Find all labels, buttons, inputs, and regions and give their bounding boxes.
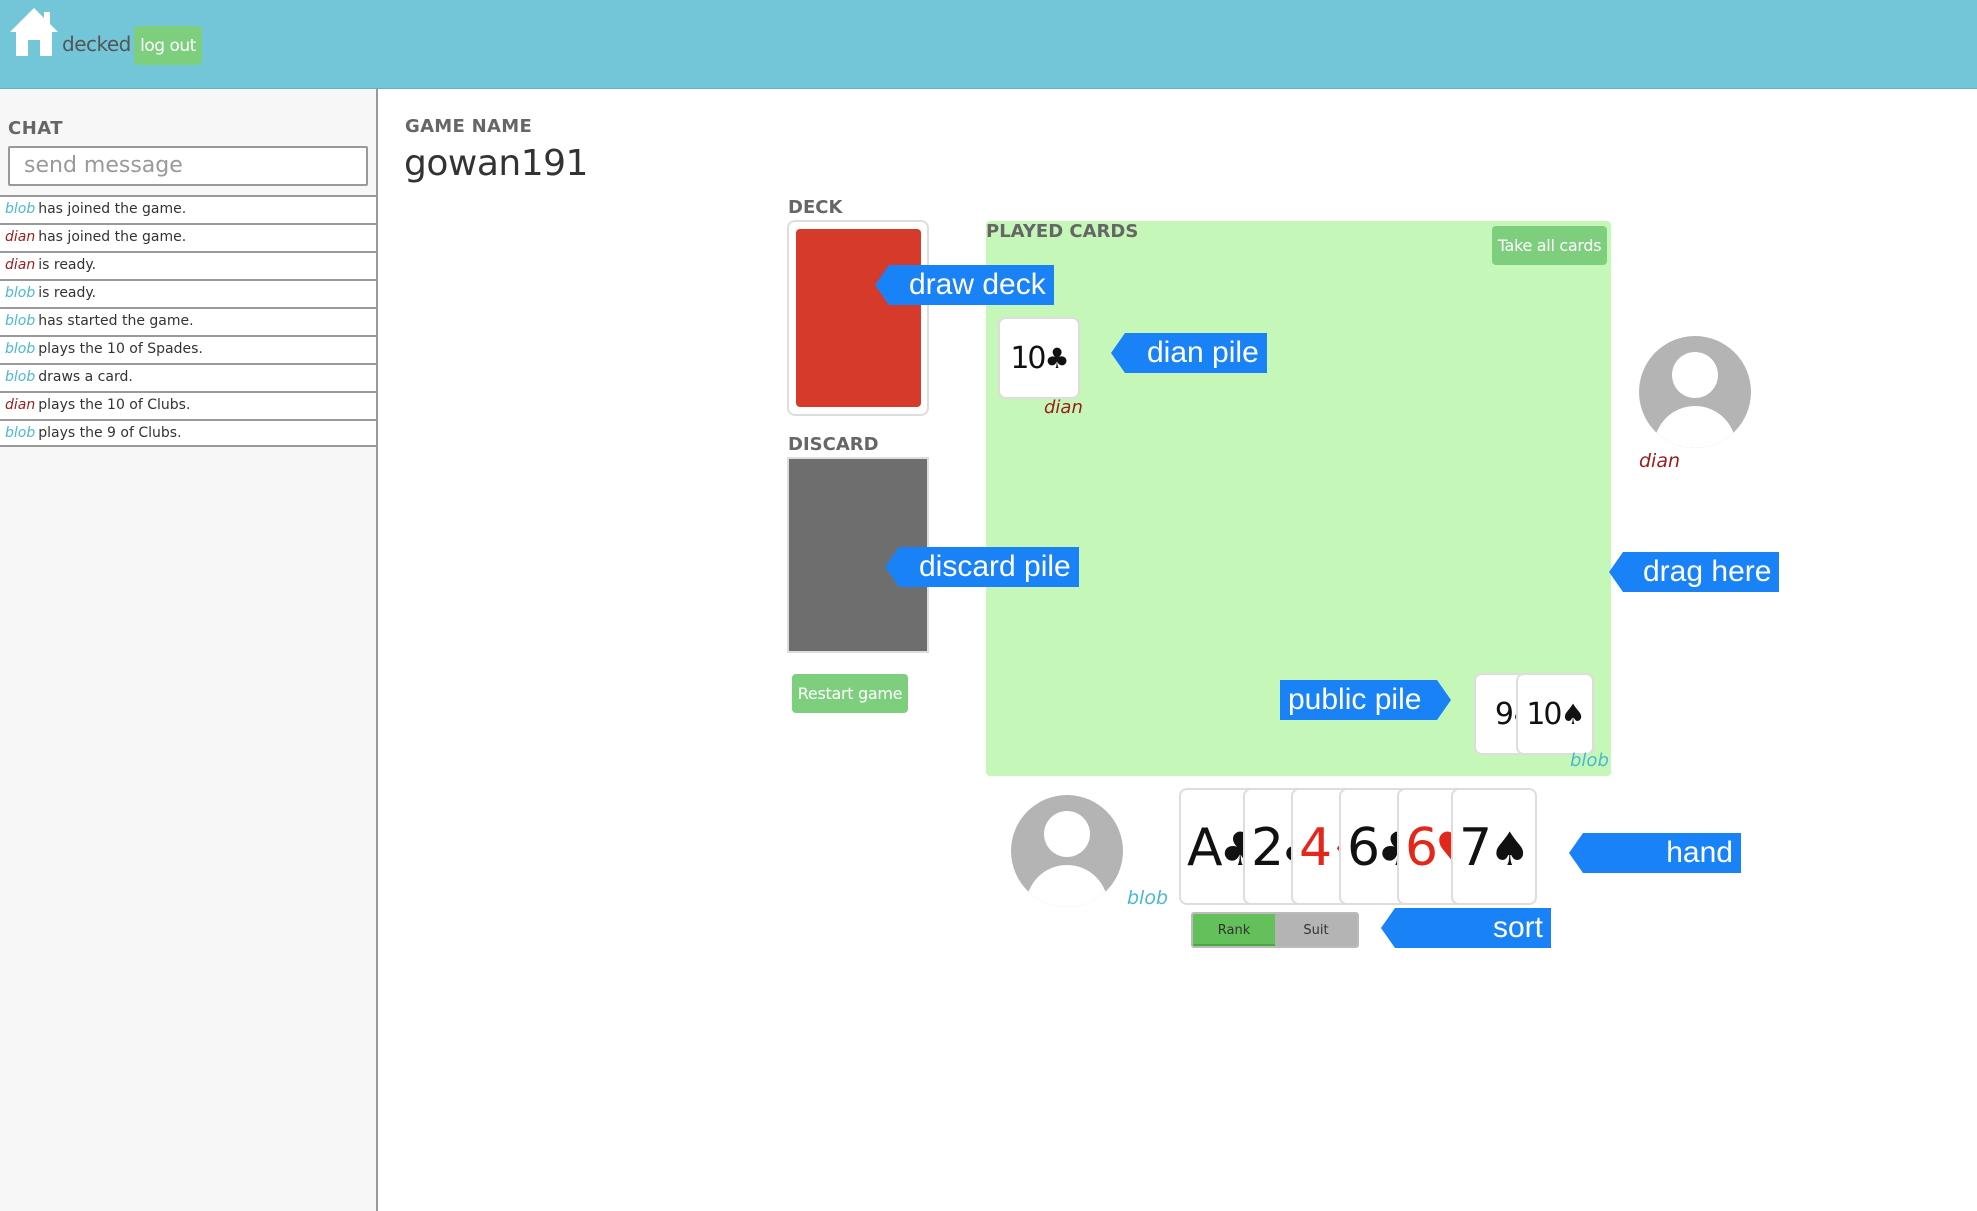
chat-user: dian [5,257,36,273]
callout-hand: hand [1569,833,1741,873]
chat-log: blob has joined the game. dian has joined … [0,195,376,447]
card-rank: 6 [1347,818,1380,878]
chat-text: has started the game. [38,313,194,329]
chat-message: dian plays the 10 of Clubs. [0,391,376,419]
chat-text: plays the 9 of Clubs. [38,425,182,441]
callout-public-pile: public pile [1280,680,1452,720]
brand-name[interactable]: decked [62,32,131,56]
card-rank: 10 [1526,696,1562,732]
chat-text: has joined the game. [38,229,187,245]
chat-text: is ready. [38,285,97,301]
chat-user: blob [5,369,36,385]
chat-message: dian has joined the game. [0,223,376,251]
callout-draw-deck: draw deck [875,265,1054,305]
card-rank: 6 [1405,818,1438,878]
sort-suit-option[interactable]: Suit [1275,914,1357,946]
chat-sidebar: CHAT send message blob has joined the gam… [0,89,378,1211]
self-name: blob [1127,887,1169,909]
card-rank: 4 [1299,818,1332,878]
public-pile-owner: blob [1570,750,1609,771]
chat-message: blob draws a card. [0,363,376,391]
chat-heading: CHAT [8,118,64,139]
chat-text: is ready. [38,257,97,273]
chat-message: blob has joined the game. [0,195,376,223]
deck-label: DECK [788,197,843,218]
hand-card[interactable]: 7♠ [1451,788,1537,905]
restart-game-button[interactable]: Restart game [792,674,908,713]
card-rank: 10 [1010,340,1046,376]
spade-icon: ♠ [1489,822,1530,876]
avatar-icon [1011,795,1123,907]
chat-user: dian [5,229,36,245]
spade-icon: ♠ [1560,697,1586,731]
callout-sort: sort [1381,908,1551,948]
chat-text: plays the 10 of Clubs. [38,397,191,413]
chat-message: blob has started the game. [0,307,376,335]
chat-text: draws a card. [38,369,133,385]
chat-text: has joined the game. [38,201,187,217]
dian-pile-owner: dian [1044,397,1083,418]
card-rank: 9 [1494,696,1514,732]
club-icon: ♣ [1044,341,1070,375]
game-name: gowan191 [404,143,588,184]
card-rank: 7 [1459,818,1492,878]
chat-user: blob [5,341,36,357]
dian-pile-card[interactable]: 10 ♣ [998,317,1080,399]
chat-message: blob is ready. [0,279,376,307]
deck-slot [787,220,929,416]
logout-button[interactable]: log out [134,26,202,65]
callout-discard-pile: discard pile [885,547,1079,587]
chat-text: plays the 10 of Spades. [38,341,203,357]
chat-message: blob plays the 10 of Spades. [0,335,376,363]
draw-deck[interactable] [796,229,921,407]
chat-message-input[interactable]: send message [8,146,368,186]
chat-message: blob plays the 9 of Clubs. [0,419,376,447]
take-all-cards-button[interactable]: Take all cards [1492,226,1607,265]
callout-drag-here: drag here [1608,552,1780,592]
sort-rank-option[interactable]: Rank [1193,914,1275,946]
chat-message: dian is ready. [0,251,376,279]
chat-user: blob [5,201,36,217]
callout-dian-pile: dian pile [1111,333,1267,373]
discard-label: DISCARD [788,434,879,455]
opponent-name: dian [1639,450,1681,472]
card-rank: 2 [1251,818,1284,878]
public-pile-card[interactable]: 10 ♠ [1516,673,1594,755]
game-name-label: GAME NAME [405,116,533,137]
avatar-icon [1639,336,1751,448]
chat-user: blob [5,285,36,301]
home-icon[interactable] [8,6,60,58]
chat-user: blob [5,313,36,329]
card-rank: A [1187,818,1223,878]
chat-user: dian [5,397,36,413]
sort-toggle[interactable]: Rank Suit [1191,912,1359,948]
played-cards-label: PLAYED CARDS [986,221,1139,242]
top-bar: decked log out [0,0,1977,89]
chat-user: blob [5,425,36,441]
